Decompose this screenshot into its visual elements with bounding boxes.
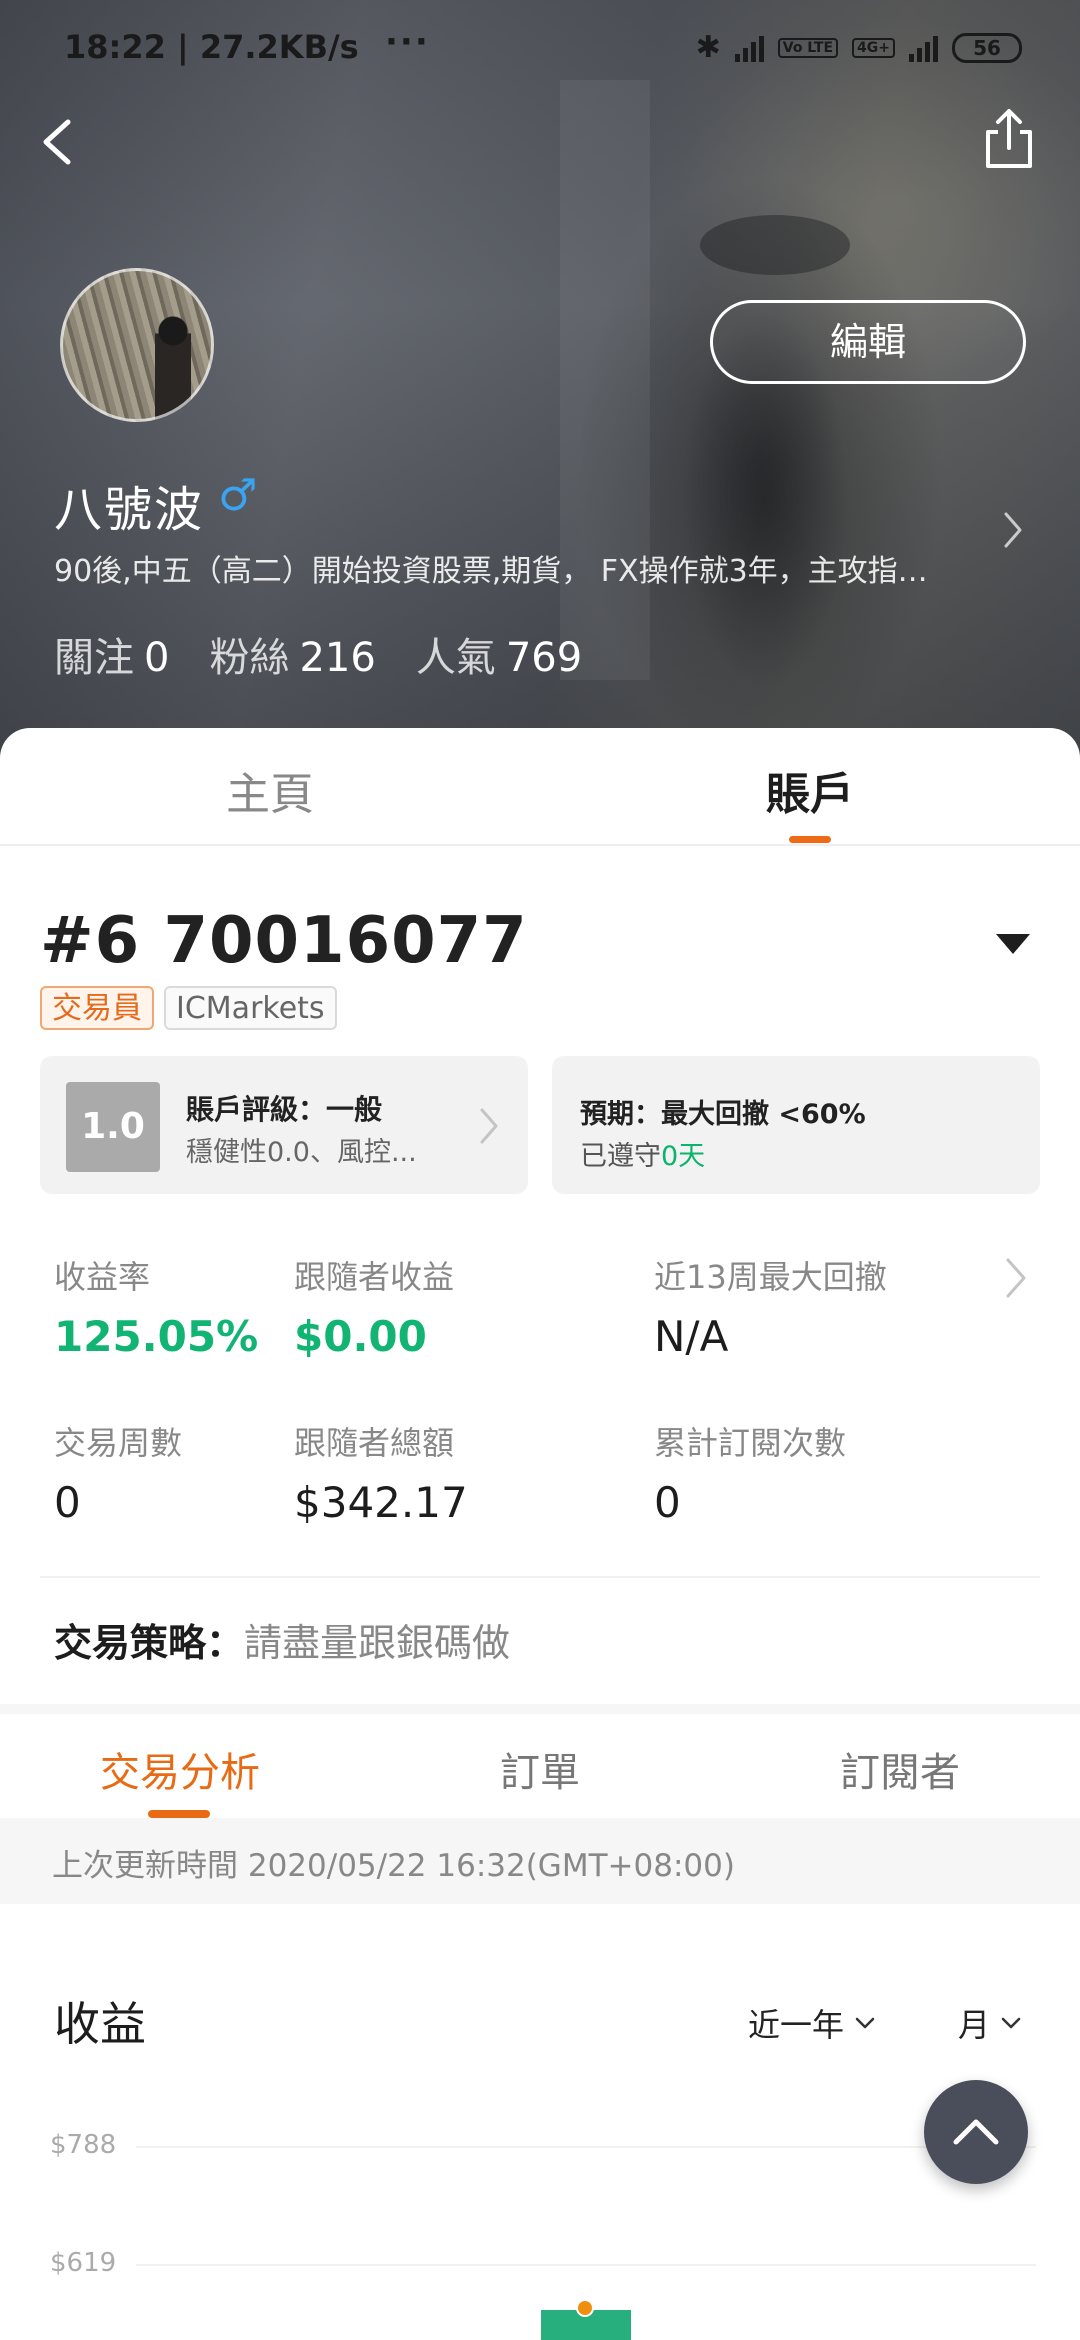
- volte-badge: Vo LTE: [777, 37, 839, 58]
- divider: [40, 1576, 1040, 1578]
- fans-label: 粉絲: [209, 635, 290, 681]
- popularity-stat: 人氣 769: [416, 625, 582, 683]
- popularity-count: 769: [505, 635, 583, 681]
- battery-indicator: 56: [952, 32, 1022, 63]
- header-background-hat: [700, 215, 850, 275]
- metric-max-drawdown[interactable]: 近13周最大回撤 N/A: [654, 1252, 887, 1361]
- fans-stat[interactable]: 粉絲 216: [209, 625, 375, 683]
- tab-account[interactable]: 賬戶: [540, 758, 1080, 822]
- male-icon: ♂: [218, 470, 258, 521]
- strategy-label: 交易策略：: [54, 1621, 245, 1665]
- following-count: 0: [144, 635, 170, 681]
- following-stat[interactable]: 關注 0: [54, 625, 169, 683]
- metric-label: 近13周最大回撤: [654, 1258, 887, 1296]
- account-badges: 交易員 ICMarkets: [40, 986, 337, 1030]
- avatar[interactable]: [60, 268, 214, 422]
- edit-profile-button[interactable]: 編輯: [710, 300, 1026, 384]
- trading-strategy: 交易策略：請盡量跟銀碼做: [54, 1612, 510, 1667]
- period-label: 近一年: [748, 2006, 845, 2044]
- unit-label: 月: [958, 2006, 991, 2044]
- metric-value: 125.05%: [54, 1312, 259, 1361]
- signal-icon-2: [909, 34, 938, 62]
- header-background-detail: [560, 80, 650, 680]
- status-bar: 18:22 | 27.2KB/s ··· ✱ Vo LTE 4G+ 56: [0, 0, 1080, 96]
- account-sheet: 主頁 賬戶 #6 70016077 交易員 ICMarkets 1.0 賬戶評級…: [0, 728, 1080, 2340]
- metric-label: 跟隨者收益: [294, 1258, 455, 1296]
- popularity-label: 人氣: [415, 635, 496, 681]
- metric-label: 交易周數: [54, 1424, 183, 1462]
- tab-trade-analysis[interactable]: 交易分析: [0, 1740, 360, 1798]
- bluetooth-icon: ✱: [695, 30, 721, 65]
- tab-home[interactable]: 主頁: [0, 758, 540, 822]
- signal-icon: [734, 34, 764, 62]
- metric-label: 跟隨者總額: [294, 1424, 455, 1462]
- profile-stats: 關注 0 粉絲 216 人氣 769: [54, 625, 582, 683]
- metric-follower-total: 跟隨者總額 $342.17: [294, 1418, 468, 1527]
- expectation-days: 0天: [661, 1141, 706, 1172]
- metric-value: $342.17: [294, 1478, 468, 1527]
- tab-orders[interactable]: 訂單: [360, 1740, 720, 1798]
- chevron-right-icon[interactable]: [1002, 1254, 1030, 1302]
- status-more: ···: [385, 22, 430, 62]
- metric-return-rate: 收益率 125.05%: [54, 1252, 258, 1361]
- sub-tab-indicator: [148, 1810, 210, 1818]
- y-tick-label: $619: [50, 2248, 117, 2278]
- broker-badge: ICMarkets: [164, 986, 337, 1030]
- metric-value: 0: [654, 1478, 681, 1527]
- metric-value: 0: [54, 1478, 81, 1527]
- status-time: 18:22 | 27.2KB/s: [64, 28, 359, 66]
- metric-follower-profit: 跟隨者收益 $0.00: [294, 1252, 454, 1361]
- last-updated: 上次更新時間 2020/05/22 16:32(GMT+08:00): [0, 1818, 1080, 1904]
- trader-badge: 交易員: [40, 986, 154, 1030]
- y-tick-label: $788: [50, 2130, 117, 2160]
- strategy-value: 請盡量跟銀碼做: [244, 1621, 511, 1665]
- profile-name: 八號波: [54, 482, 205, 538]
- scroll-to-top-button[interactable]: [924, 2080, 1028, 2184]
- chevron-right-icon: [480, 1108, 498, 1144]
- analysis-tabs: 交易分析 訂單 訂閱者: [0, 1714, 1080, 1816]
- chart-title: 收益: [54, 1997, 146, 2051]
- period-selector[interactable]: 近一年: [748, 2000, 876, 2046]
- expectation-card: 預期：最大回撤 <60% 已遵守0天: [552, 1056, 1040, 1194]
- profile-header: 18:22 | 27.2KB/s ··· ✱ Vo LTE 4G+ 56 編輯 …: [0, 0, 1080, 760]
- metric-value: N/A: [654, 1312, 729, 1361]
- network-badge: 4G+: [852, 37, 895, 58]
- dropdown-triangle-icon[interactable]: [996, 934, 1030, 954]
- metric-value: $0.00: [294, 1312, 427, 1361]
- gridline: [136, 2146, 1036, 2148]
- rating-score: 1.0: [66, 1082, 160, 1172]
- profile-tabs: 主頁 賬戶: [0, 728, 1080, 846]
- unit-selector[interactable]: 月: [958, 2000, 1022, 2046]
- status-icons: ✱ Vo LTE 4G+ 56: [696, 30, 1022, 65]
- section-separator: [0, 1704, 1080, 1714]
- gridline: [136, 2264, 1036, 2266]
- rating-title: 賬戶評級：一般: [186, 1093, 383, 1126]
- chevron-right-icon[interactable]: [998, 508, 1028, 552]
- expectation-prefix: 已遵守: [580, 1141, 661, 1172]
- account-rating-card[interactable]: 1.0 賬戶評級：一般 穩健性0.0、風控...: [40, 1056, 528, 1194]
- share-icon[interactable]: [976, 106, 1042, 172]
- back-arrow-icon[interactable]: [28, 110, 92, 174]
- fans-count: 216: [299, 635, 376, 681]
- tab-indicator: [789, 836, 831, 843]
- chevron-down-icon: [1001, 2017, 1021, 2029]
- rating-detail: 穩健性0.0、風控...: [186, 1137, 417, 1168]
- expectation-title: 預期：最大回撤 <60%: [580, 1099, 866, 1130]
- tab-subscribers[interactable]: 訂閱者: [720, 1740, 1080, 1798]
- chart-point-marker: [576, 2299, 594, 2317]
- metric-trading-weeks: 交易周數 0: [54, 1418, 182, 1527]
- expectation-detail: 已遵守0天: [580, 1134, 705, 1173]
- profile-bio[interactable]: 90後,中五（高二）開始投資股票,期貨， FX操作就3年，主攻指…: [54, 546, 974, 590]
- chevron-up-icon: [953, 2119, 999, 2145]
- metric-label: 收益率: [54, 1258, 151, 1296]
- account-number: #6 70016077: [40, 904, 528, 978]
- metric-subscriptions: 累計訂閱次數 0: [654, 1418, 846, 1527]
- metric-label: 累計訂閱次數: [654, 1424, 847, 1462]
- chevron-down-icon: [855, 2017, 875, 2029]
- following-label: 關注: [54, 635, 134, 681]
